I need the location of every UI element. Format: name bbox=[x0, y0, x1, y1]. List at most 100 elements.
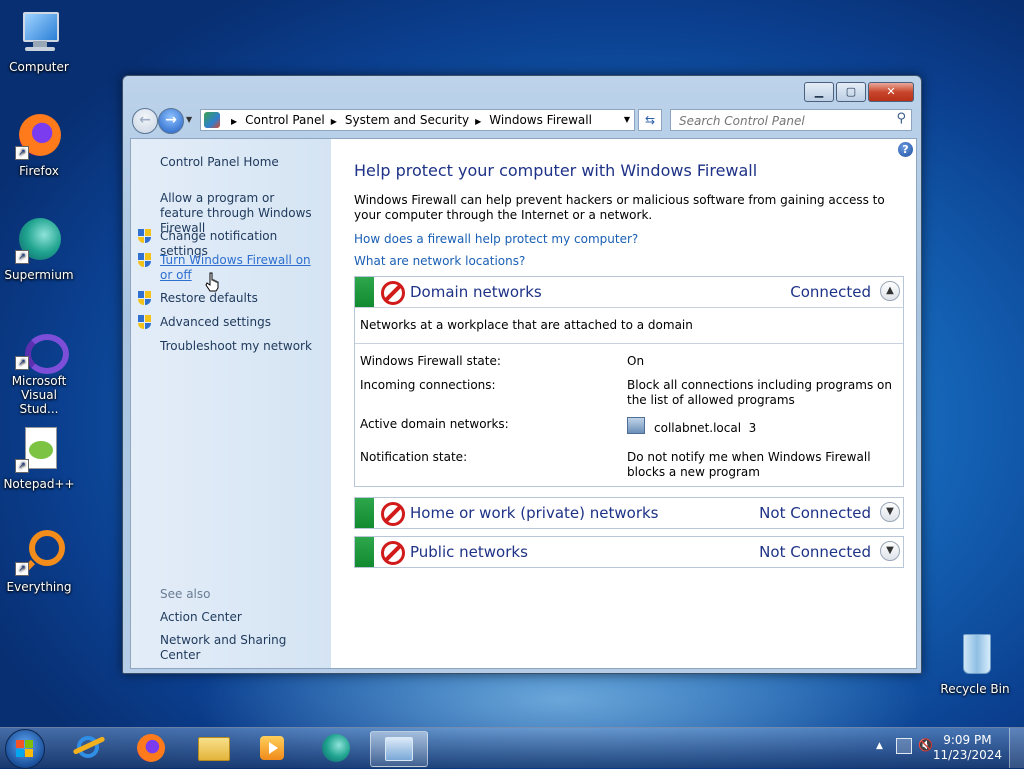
shield-icon bbox=[138, 291, 151, 306]
sidebar-link-turn-firewall-on-off[interactable]: Turn Windows Firewall on or off bbox=[160, 253, 320, 283]
sidebar-link-control-panel-home[interactable]: Control Panel Home bbox=[160, 155, 320, 170]
desktop-icon-label: Notepad++ bbox=[3, 477, 75, 491]
desktop-icon-label: Supermium bbox=[4, 268, 74, 282]
minimize-icon: ▁ bbox=[814, 85, 824, 98]
recycle-bin-icon bbox=[951, 630, 999, 678]
main-content: ? Help protect your computer with Window… bbox=[331, 139, 916, 668]
forward-button[interactable]: → bbox=[158, 108, 184, 134]
taskbar-supermium[interactable] bbox=[310, 731, 366, 765]
visual-studio-icon: ↗ bbox=[15, 330, 69, 374]
desktop-icon-recycle-bin[interactable]: Recycle Bin bbox=[938, 630, 1012, 696]
value-active-domain-networks-wrap: collabnet.local 3 bbox=[627, 417, 897, 436]
back-button[interactable]: ← bbox=[132, 108, 158, 134]
close-button[interactable]: ✕ bbox=[868, 82, 914, 102]
desktop-icon-label: Everything bbox=[6, 580, 72, 594]
desktop-icon-computer[interactable]: Computer bbox=[2, 8, 76, 74]
back-arrow-icon: ← bbox=[139, 112, 151, 128]
clock-date: 11/23/2024 bbox=[932, 748, 1002, 762]
windows-logo-icon bbox=[16, 740, 34, 758]
breadcrumb-windows-firewall[interactable]: Windows Firewall bbox=[489, 113, 592, 127]
search-icon[interactable]: ⚲ bbox=[896, 111, 906, 126]
shortcut-arrow-icon: ↗ bbox=[15, 146, 29, 160]
sidebar-link-action-center[interactable]: Action Center bbox=[160, 610, 320, 625]
clock-time: 9:09 PM bbox=[943, 733, 992, 747]
desktop-icon-visual-studio[interactable]: ↗ Microsoft Visual Stud... bbox=[2, 330, 76, 416]
supermium-icon: ↗ bbox=[15, 216, 63, 264]
chevron-up-icon[interactable]: ▲ bbox=[880, 281, 900, 301]
firewall-window: ▁ ▢ ✕ ← → ▼ ▶ Control Panel ▶ System and Se… bbox=[122, 75, 922, 674]
sidebar-link-restore-defaults[interactable]: Restore defaults bbox=[160, 291, 320, 306]
domain-network-icon bbox=[627, 417, 645, 434]
network-icon[interactable] bbox=[896, 738, 912, 754]
private-networks-title: Home or work (private) networks bbox=[410, 504, 659, 522]
row-active-domain-networks: Active domain networks: collabnet.local … bbox=[355, 417, 903, 450]
taskbar-media-player[interactable] bbox=[246, 731, 302, 765]
sidebar-link-advanced-settings[interactable]: Advanced settings bbox=[160, 315, 320, 330]
breadcrumb-system-security[interactable]: System and Security bbox=[345, 113, 469, 127]
breadcrumb-control-panel[interactable]: Control Panel bbox=[245, 113, 325, 127]
shield-icon bbox=[138, 253, 151, 268]
taskbar-windows-explorer[interactable] bbox=[186, 731, 242, 765]
minimize-button[interactable]: ▁ bbox=[804, 82, 834, 102]
firefox-icon: ↗ bbox=[15, 112, 63, 160]
taskbar-firefox[interactable] bbox=[124, 731, 180, 765]
clock[interactable]: 9:09 PM 11/23/2024 bbox=[933, 733, 1002, 763]
close-icon: ✕ bbox=[886, 85, 896, 98]
chevron-down-icon[interactable]: ▼ bbox=[880, 502, 900, 522]
start-button[interactable] bbox=[5, 729, 45, 769]
domain-networks-header[interactable]: Domain networks Connected ▲ bbox=[355, 277, 903, 307]
row-firewall-state: Windows Firewall state: On bbox=[355, 354, 903, 378]
firefox-icon bbox=[137, 734, 165, 762]
taskbar-control-panel[interactable] bbox=[370, 731, 428, 767]
value-active-domain-networks: collabnet.local 3 bbox=[654, 421, 757, 435]
block-icon bbox=[381, 541, 405, 565]
recent-pages-dropdown-icon[interactable]: ▼ bbox=[186, 115, 192, 124]
link-network-locations[interactable]: What are network locations? bbox=[354, 254, 525, 268]
status-bar-green bbox=[355, 277, 374, 307]
block-icon bbox=[381, 502, 405, 526]
shortcut-arrow-icon: ↗ bbox=[15, 562, 29, 576]
breadcrumb-chevron-icon[interactable]: ▶ bbox=[331, 117, 337, 126]
private-networks-panel[interactable]: Home or work (private) networks Not Conn… bbox=[354, 497, 904, 529]
search-input[interactable] bbox=[677, 111, 886, 131]
control-panel-icon bbox=[385, 737, 413, 761]
show-hidden-icons-icon[interactable]: ▲ bbox=[876, 741, 883, 751]
sidebar-link-network-sharing-center[interactable]: Network and Sharing Center bbox=[160, 633, 320, 663]
sidebar-link-troubleshoot[interactable]: Troubleshoot my network bbox=[160, 339, 320, 354]
breadcrumb: ▶ Control Panel ▶ System and Security ▶ Windo… bbox=[225, 110, 592, 132]
public-networks-panel[interactable]: Public networks Not Connected ▼ bbox=[354, 536, 904, 568]
supermium-icon bbox=[322, 734, 350, 762]
breadcrumb-chevron-icon[interactable]: ▶ bbox=[475, 117, 481, 126]
refresh-icon: ⇆ bbox=[644, 113, 656, 127]
desktop-icon-firefox[interactable]: ↗ Firefox bbox=[2, 112, 76, 178]
navigation-bar: ← → ▼ ▶ Control Panel ▶ System and Security… bbox=[130, 107, 914, 134]
refresh-button[interactable]: ⇆ bbox=[638, 109, 662, 131]
desktop-icon-label: Firefox bbox=[19, 164, 59, 178]
private-networks-status: Not Connected bbox=[759, 504, 871, 522]
notepadpp-icon: ↗ bbox=[15, 425, 63, 473]
help-icon[interactable]: ? bbox=[898, 142, 913, 157]
desktop-icon-supermium[interactable]: ↗ Supermium bbox=[2, 216, 76, 282]
address-bar[interactable]: ▶ Control Panel ▶ System and Security ▶ Windo… bbox=[200, 109, 635, 131]
volume-muted-icon[interactable]: 🔇 bbox=[918, 738, 933, 752]
maximize-button[interactable]: ▢ bbox=[836, 82, 866, 102]
address-dropdown-icon[interactable]: ▼ bbox=[624, 110, 630, 130]
link-how-firewall-helps[interactable]: How does a firewall help protect my comp… bbox=[354, 232, 638, 246]
desktop-icon-everything[interactable]: ↗ Everything bbox=[2, 528, 76, 594]
value-firewall-state: On bbox=[627, 354, 645, 368]
shortcut-arrow-icon: ↗ bbox=[15, 459, 29, 473]
search-box: ⚲ bbox=[670, 109, 912, 131]
status-bar-green bbox=[355, 498, 374, 528]
row-notification-state: Notification state: Do not notify me whe… bbox=[355, 450, 903, 480]
chevron-down-icon[interactable]: ▼ bbox=[880, 541, 900, 561]
caption-buttons: ▁ ▢ ✕ bbox=[802, 82, 914, 102]
folder-icon bbox=[198, 737, 230, 761]
hand-cursor-icon bbox=[205, 272, 219, 292]
desktop-icon-notepadpp[interactable]: ↗ Notepad++ bbox=[2, 425, 76, 491]
intro-text: Windows Firewall can help prevent hacker… bbox=[354, 193, 885, 222]
domain-networks-description: Networks at a workplace that are attache… bbox=[355, 307, 903, 344]
breadcrumb-chevron-icon[interactable]: ▶ bbox=[231, 117, 237, 126]
show-desktop-button[interactable] bbox=[1009, 728, 1024, 768]
taskbar-internet-explorer[interactable] bbox=[62, 731, 118, 765]
domain-networks-status: Connected bbox=[790, 283, 871, 301]
